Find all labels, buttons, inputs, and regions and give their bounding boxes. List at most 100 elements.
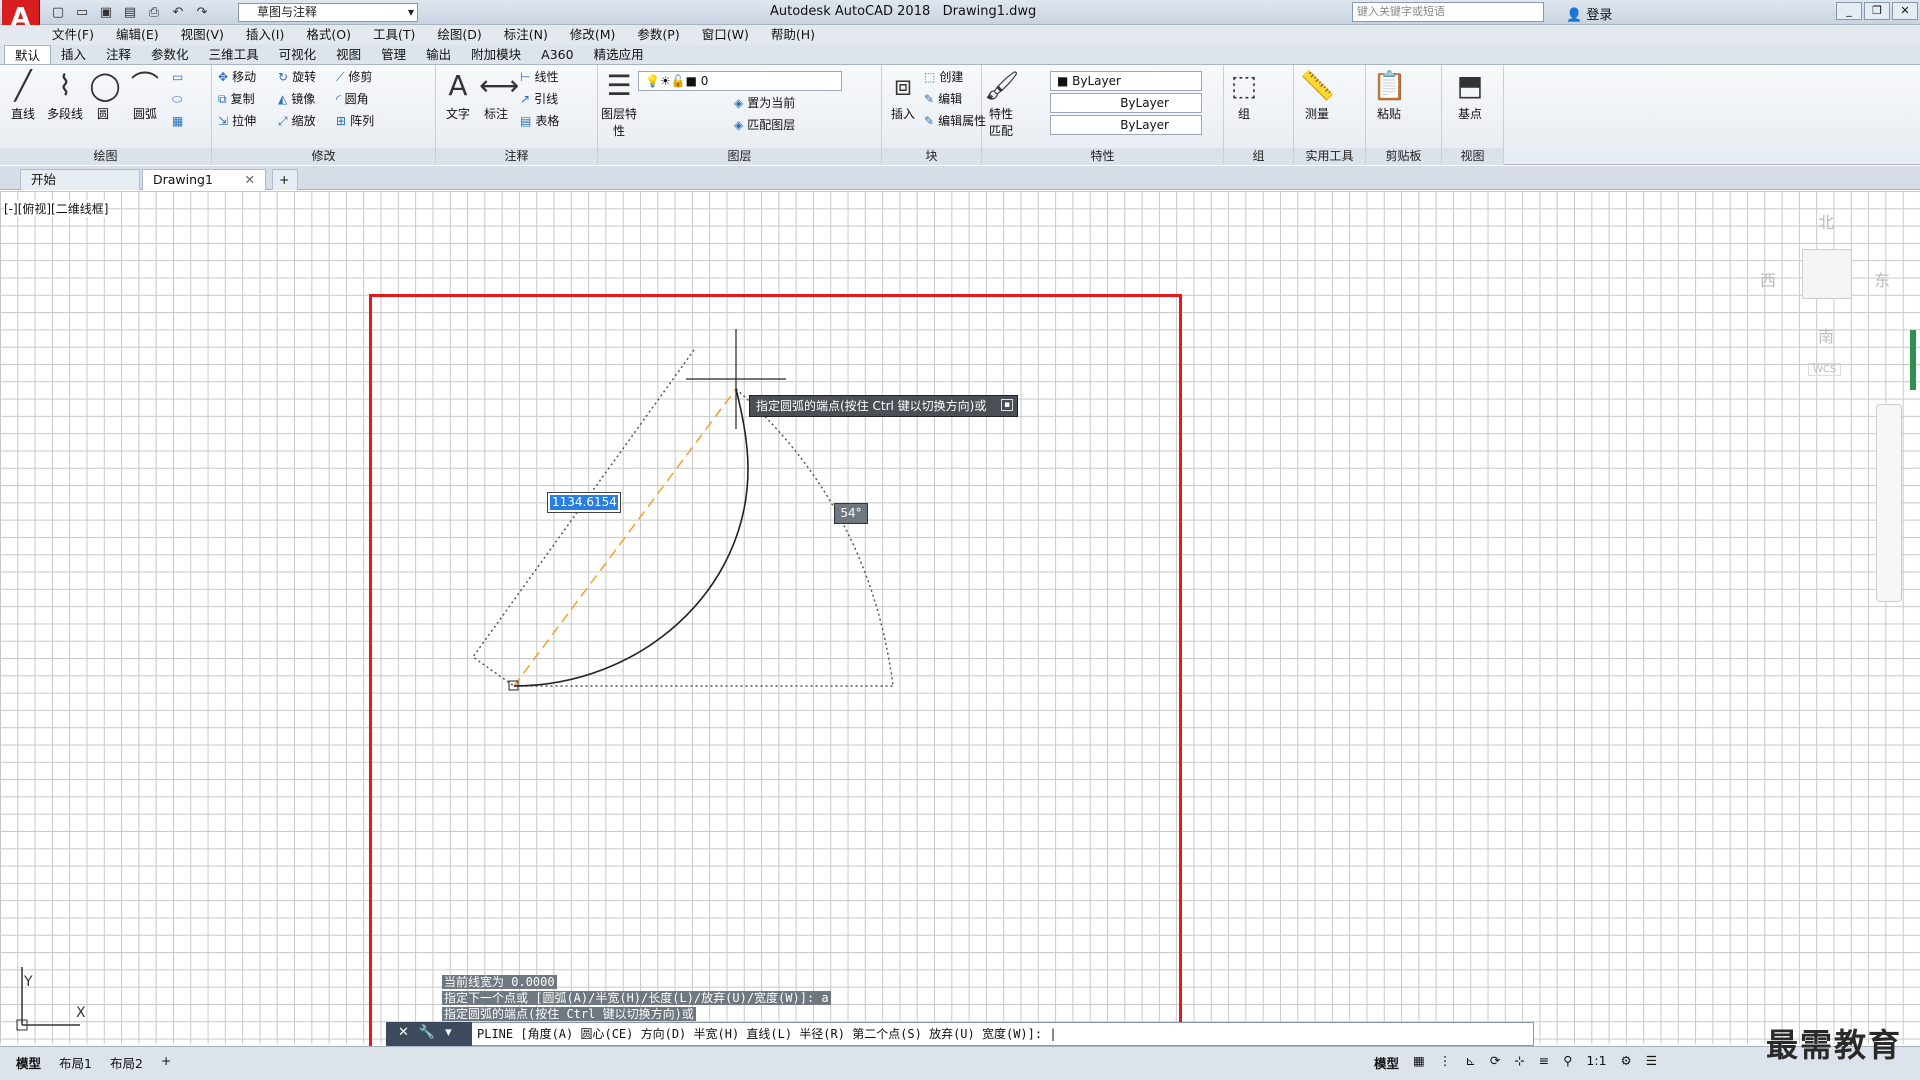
login-button[interactable]: 👤 登录: [1566, 4, 1612, 23]
linetype-dropdown[interactable]: ByLayer: [1050, 93, 1202, 113]
menu-view[interactable]: 视图(V): [181, 25, 224, 45]
customize-icon[interactable]: 🔧: [419, 1022, 435, 1046]
viewport-controls[interactable]: [-][俯视][二维线框]: [4, 200, 109, 217]
rotate-button[interactable]: ↻ 旋转: [278, 67, 316, 87]
close-tab-icon[interactable]: ✕: [245, 170, 255, 190]
menu-draw[interactable]: 绘图(D): [437, 25, 481, 45]
clipboard-panel-title[interactable]: 剪贴板: [1366, 148, 1441, 165]
tab-annotate[interactable]: 注释: [96, 45, 141, 64]
search-input[interactable]: 键入关键字或短语: [1352, 2, 1544, 22]
recent-commands-icon[interactable]: ▾: [445, 1022, 452, 1046]
menu-parametric[interactable]: 参数(P): [637, 25, 679, 45]
menu-modify[interactable]: 修改(M): [570, 25, 616, 45]
close-icon[interactable]: ✕: [1892, 2, 1918, 20]
menu-format[interactable]: 格式(O): [306, 25, 351, 45]
viewcube-west[interactable]: 西: [1760, 267, 1776, 291]
layer-properties-button[interactable]: ☰ 图层特性: [600, 69, 638, 139]
print-icon[interactable]: ⎙: [144, 3, 164, 21]
match-layer-button[interactable]: ◈ 匹配图层: [734, 115, 795, 135]
layout-tab-layout1[interactable]: 布局1: [59, 1053, 92, 1072]
tab-drawing1[interactable]: Drawing1 ✕: [142, 169, 266, 190]
layer-dropdown[interactable]: 💡☀🔓■ 0: [638, 71, 842, 91]
measure-button[interactable]: 📏 测量: [1298, 69, 1336, 122]
menu-dimension[interactable]: 标注(N): [504, 25, 548, 45]
grid-icon[interactable]: ▦: [1413, 1053, 1425, 1072]
viewcube-south[interactable]: 南: [1818, 323, 1834, 347]
ortho-icon[interactable]: ⊾: [1465, 1053, 1475, 1072]
save-as-icon[interactable]: ▤: [120, 3, 140, 21]
workspace-dropdown[interactable]: 草图与注释: [238, 3, 418, 22]
trim-button[interactable]: ⟋ 修剪: [336, 67, 372, 87]
layout-tab-layout2[interactable]: 布局2: [110, 1053, 143, 1072]
table-button[interactable]: ▤ 表格: [520, 111, 559, 131]
leader-button[interactable]: ↗ 引线: [520, 89, 558, 109]
edit-attributes-button[interactable]: ✎ 编辑属性: [924, 111, 986, 131]
view-panel-title[interactable]: 视图: [1442, 148, 1503, 165]
annotation-scale-icon[interactable]: ⚲: [1563, 1053, 1572, 1072]
viewcube-top-face[interactable]: [1802, 249, 1852, 299]
stretch-button[interactable]: ⇲ 拉伸: [218, 111, 256, 131]
properties-panel-title[interactable]: 特性: [982, 148, 1223, 165]
tooltip-options-icon[interactable]: ▪: [1001, 399, 1013, 411]
tab-manage[interactable]: 管理: [371, 45, 416, 64]
dimension-button[interactable]: ⟷ 标注: [478, 69, 519, 122]
tab-output[interactable]: 输出: [416, 45, 461, 64]
open-icon[interactable]: ▭: [72, 3, 92, 21]
edit-block-button[interactable]: ✎ 编辑: [924, 89, 962, 109]
annotation-panel-title[interactable]: 注释: [436, 148, 597, 165]
lineweight-dropdown[interactable]: ByLayer: [1050, 115, 1202, 135]
copy-button[interactable]: ⧉ 复制: [218, 89, 255, 109]
tab-addins[interactable]: 附加模块: [461, 45, 531, 64]
menu-help[interactable]: 帮助(H): [771, 25, 815, 45]
viewcube-east[interactable]: 东: [1874, 267, 1890, 291]
circle-button[interactable]: ◯ 圆: [88, 69, 120, 122]
menu-insert[interactable]: 插入(I): [246, 25, 284, 45]
fillet-button[interactable]: ◜ 圆角: [336, 89, 369, 109]
base-point-button[interactable]: ⬒ 基点: [1450, 69, 1490, 122]
menu-file[interactable]: 文件(F): [52, 25, 94, 45]
redo-icon[interactable]: ↷: [192, 3, 212, 21]
tab-insert[interactable]: 插入: [51, 45, 96, 64]
restore-icon[interactable]: ❐: [1864, 2, 1890, 20]
menu-window[interactable]: 窗口(W): [702, 25, 749, 45]
dynamic-input-field[interactable]: 1134.6154: [547, 492, 621, 513]
line-button[interactable]: ╱ 直线: [4, 69, 42, 122]
layers-panel-title[interactable]: 图层: [598, 148, 881, 165]
tab-parametric[interactable]: 参数化: [141, 45, 199, 64]
mirror-button[interactable]: ◭ 镜像: [278, 89, 315, 109]
groups-panel-title[interactable]: 组: [1224, 148, 1293, 165]
customize-status-icon[interactable]: ☰: [1646, 1053, 1657, 1072]
undo-icon[interactable]: ↶: [168, 3, 188, 21]
save-icon[interactable]: ▣: [96, 3, 116, 21]
tab-default[interactable]: 默认: [4, 45, 52, 64]
settings-icon[interactable]: ⚙: [1621, 1053, 1632, 1072]
menu-tools[interactable]: 工具(T): [373, 25, 415, 45]
block-panel-title[interactable]: 块: [882, 148, 981, 165]
array-button[interactable]: ⊞ 阵列: [336, 111, 374, 131]
add-layout-icon[interactable]: +: [161, 1053, 171, 1072]
tab-3d-tools[interactable]: 三维工具: [199, 45, 269, 64]
minimize-icon[interactable]: _: [1836, 2, 1862, 20]
utilities-panel-title[interactable]: 实用工具: [1294, 148, 1365, 165]
wcs-menu[interactable]: WCS: [1808, 363, 1842, 376]
color-dropdown[interactable]: ■ ByLayer: [1050, 71, 1202, 91]
hatch-button[interactable]: ▦: [172, 111, 187, 131]
tab-a360[interactable]: A360: [531, 45, 583, 64]
linear-button[interactable]: ⊢ 线性: [520, 67, 558, 87]
close-command-line-icon[interactable]: ✕: [398, 1022, 409, 1046]
layout-tab-model[interactable]: 模型: [16, 1053, 41, 1072]
rectangle-button[interactable]: ▭: [172, 67, 187, 87]
move-button[interactable]: ✥ 移动: [218, 67, 256, 87]
annotation-scale-value[interactable]: 1:1: [1586, 1053, 1606, 1072]
group-button[interactable]: ⬚ 组: [1226, 69, 1262, 122]
paste-button[interactable]: 📋 粘贴: [1370, 69, 1408, 122]
tab-featured-apps[interactable]: 精选应用: [584, 45, 654, 64]
tab-visualize[interactable]: 可视化: [269, 45, 327, 64]
match-properties-button[interactable]: 🖌 特性匹配: [984, 69, 1020, 139]
navigation-bar[interactable]: [1876, 404, 1902, 602]
polyline-button[interactable]: ⌇ 多段线: [42, 69, 88, 122]
snap-icon[interactable]: ⋮: [1439, 1053, 1452, 1072]
new-icon[interactable]: ▢: [48, 3, 68, 21]
create-block-button[interactable]: ⬚ 创建: [924, 67, 963, 87]
new-tab-button[interactable]: +: [272, 169, 298, 190]
